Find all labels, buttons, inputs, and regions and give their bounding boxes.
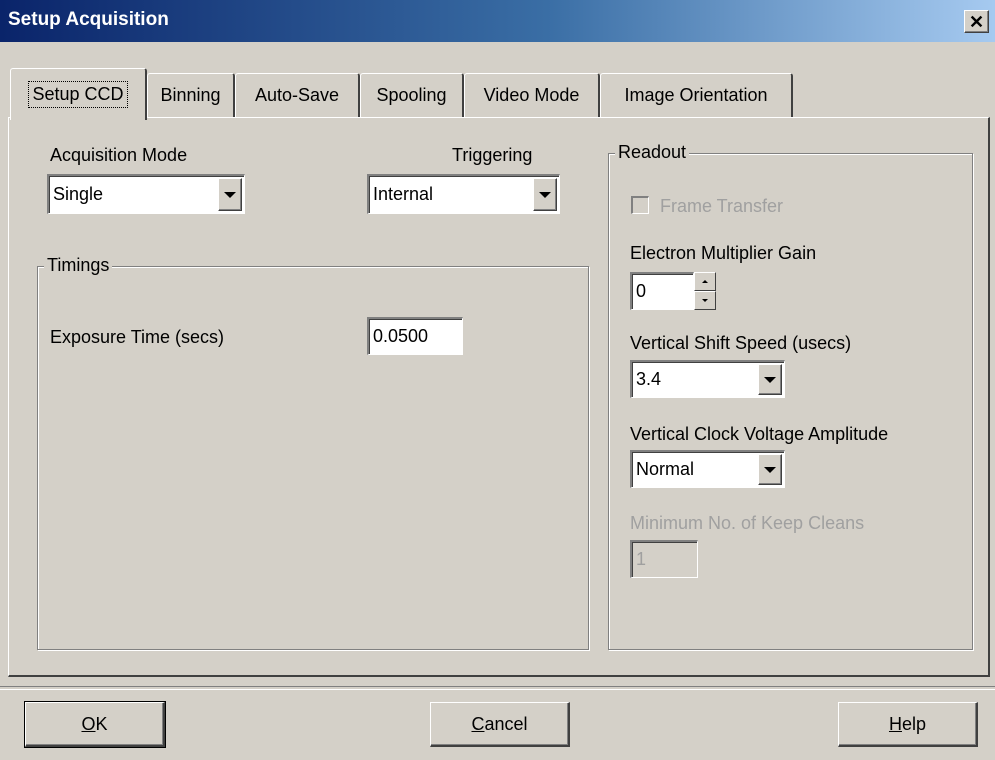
ok-label: K: [95, 713, 108, 734]
ok-button[interactable]: OK: [24, 701, 166, 748]
chevron-down-icon: [224, 191, 236, 198]
help-label: elp: [901, 713, 927, 734]
arrow-up-icon: [702, 280, 708, 283]
ok-mnemonic: O: [81, 713, 96, 734]
footer-separator: [0, 686, 995, 690]
exposure-time-value: 0.0500: [373, 326, 429, 346]
vertical-shift-speed-dropdown-button[interactable]: [758, 364, 782, 395]
tab-image-orientation[interactable]: Image Orientation: [600, 73, 793, 117]
acquisition-mode-dropdown-button[interactable]: [218, 178, 242, 211]
tab-binning[interactable]: Binning: [147, 73, 235, 117]
help-mnemonic: H: [888, 713, 902, 734]
spin-down-button[interactable]: [694, 291, 716, 310]
title-bar: Setup Acquisition ✕: [0, 0, 995, 42]
tab-binning-label: Binning: [160, 85, 221, 105]
em-gain-input[interactable]: 0: [630, 272, 694, 310]
tab-spooling[interactable]: Spooling: [360, 73, 464, 117]
chevron-down-icon: [764, 466, 776, 473]
tab-auto-save-label: Auto-Save: [254, 85, 340, 105]
em-gain-label: Electron Multiplier Gain: [630, 243, 817, 263]
vertical-shift-speed-select[interactable]: 3.4: [630, 360, 785, 398]
arrow-down-icon: [702, 299, 708, 302]
triggering-dropdown-button[interactable]: [533, 178, 557, 211]
triggering-label: Triggering: [452, 145, 533, 165]
spin-up-button[interactable]: [694, 272, 716, 291]
vertical-shift-speed-label: Vertical Shift Speed (usecs): [630, 333, 852, 353]
keep-cleans-value: 1: [636, 549, 647, 569]
tab-setup-ccd-label: Setup CCD: [28, 81, 128, 108]
triggering-value: Internal: [373, 184, 434, 204]
keep-cleans-input[interactable]: 1: [630, 540, 698, 578]
acquisition-mode-select[interactable]: Single: [47, 174, 245, 214]
vertical-clock-voltage-value: Normal: [636, 459, 695, 479]
cancel-button[interactable]: Cancel: [430, 702, 570, 747]
acquisition-mode-value: Single: [53, 184, 104, 204]
em-gain-spinner[interactable]: [694, 272, 716, 310]
exposure-time-input[interactable]: 0.0500: [367, 317, 463, 355]
acquisition-mode-label: Acquisition Mode: [50, 145, 188, 165]
close-icon: ✕: [968, 11, 985, 32]
close-button[interactable]: ✕: [964, 10, 989, 33]
tab-setup-ccd[interactable]: Setup CCD: [10, 68, 147, 120]
help-button[interactable]: Help: [838, 702, 978, 747]
timings-group-title: Timings: [44, 255, 113, 276]
tab-video-mode-label: Video Mode: [483, 85, 580, 105]
tab-image-orientation-label: Image Orientation: [624, 85, 768, 105]
exposure-time-label: Exposure Time (secs): [50, 327, 225, 347]
vertical-shift-speed-value: 3.4: [636, 369, 662, 389]
em-gain-value: 0: [636, 281, 647, 301]
tab-video-mode[interactable]: Video Mode: [464, 73, 600, 117]
cancel-label: ancel: [484, 713, 528, 734]
chevron-down-icon: [764, 376, 776, 383]
tab-spooling-label: Spooling: [376, 85, 447, 105]
cancel-mnemonic: C: [471, 713, 485, 734]
triggering-select[interactable]: Internal: [367, 174, 560, 214]
readout-group-title: Readout: [615, 142, 690, 163]
vertical-clock-voltage-dropdown-button[interactable]: [758, 454, 782, 485]
window-title: Setup Acquisition: [8, 9, 169, 30]
keep-cleans-label: Minimum No. of Keep Cleans: [630, 513, 865, 533]
vertical-clock-voltage-select[interactable]: Normal: [630, 450, 785, 488]
timings-group: Timings: [37, 255, 589, 650]
chevron-down-icon: [539, 191, 551, 198]
tab-auto-save[interactable]: Auto-Save: [235, 73, 360, 117]
frame-transfer-label: Frame Transfer: [660, 196, 784, 216]
frame-transfer-checkbox[interactable]: [631, 196, 649, 214]
vertical-clock-voltage-label: Vertical Clock Voltage Amplitude: [630, 424, 889, 444]
